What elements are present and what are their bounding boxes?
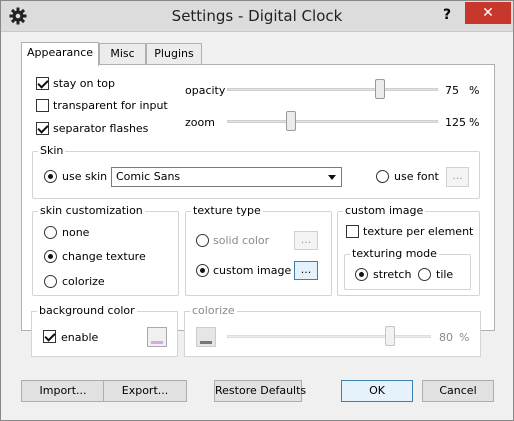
zoom-label: zoom — [185, 116, 215, 129]
color-bar-icon — [151, 341, 163, 344]
separator-flashes-label: separator flashes — [53, 122, 149, 135]
zoom-value: 125 — [445, 116, 466, 129]
customization-none-radio[interactable] — [44, 226, 57, 239]
tile-radio[interactable] — [418, 268, 431, 281]
settings-window: Settings - Digital Clock ? ✕ Appearance … — [0, 0, 514, 421]
opacity-unit: % — [469, 84, 480, 97]
customization-colorize-label: colorize — [62, 275, 105, 288]
background-color-title: background color — [37, 304, 137, 317]
background-color-swatch[interactable] — [147, 327, 167, 347]
tab-appearance[interactable]: Appearance — [21, 42, 99, 66]
cancel-button[interactable]: Cancel — [422, 380, 494, 402]
texture-per-element-checkbox[interactable] — [346, 225, 359, 238]
stretch-radio[interactable] — [355, 268, 368, 281]
customization-none-label: none — [62, 226, 90, 239]
tab-misc[interactable]: Misc — [99, 43, 146, 65]
skin-select-value: Comic Sans — [116, 170, 181, 183]
skin-group-title: Skin — [38, 144, 66, 157]
use-font-radio[interactable] — [376, 170, 389, 183]
solid-color-button[interactable]: ... — [294, 231, 318, 250]
customization-change-texture-label: change texture — [62, 250, 146, 263]
colorize-unit: % — [459, 331, 470, 344]
use-skin-label: use skin — [62, 170, 108, 183]
chevron-down-icon — [328, 175, 336, 180]
tab-plugins[interactable]: Plugins — [146, 43, 202, 65]
texture-per-element-label: texture per element — [363, 225, 474, 238]
zoom-slider-track[interactable] — [227, 120, 438, 123]
opacity-value: 75 — [445, 84, 459, 97]
export-button[interactable]: Export... — [103, 380, 187, 402]
zoom-unit: % — [469, 116, 480, 129]
font-select-button[interactable]: ... — [446, 167, 469, 187]
background-enable-label: enable — [61, 331, 99, 344]
stretch-label: stretch — [373, 268, 412, 281]
stay-on-top-label: stay on top — [53, 77, 116, 90]
use-skin-radio[interactable] — [44, 170, 57, 183]
skin-select[interactable]: Comic Sans — [111, 167, 342, 187]
restore-defaults-button[interactable]: Restore Defaults — [214, 380, 306, 402]
color-bar-icon — [200, 341, 212, 344]
custom-image-radio[interactable] — [196, 264, 209, 277]
solid-color-label: solid color — [213, 234, 270, 247]
background-enable-checkbox[interactable] — [43, 330, 56, 343]
colorize-group: colorize — [184, 304, 481, 357]
transparent-input-checkbox[interactable] — [36, 99, 49, 112]
customization-change-texture-radio[interactable] — [44, 250, 57, 263]
skin-customization-title: skin customization — [38, 204, 145, 217]
ok-button[interactable]: OK — [341, 380, 413, 402]
customization-colorize-radio[interactable] — [44, 275, 57, 288]
custom-image-title: custom image — [343, 204, 426, 217]
transparent-input-label: transparent for input — [53, 99, 168, 112]
zoom-slider-thumb[interactable] — [286, 111, 296, 131]
solid-color-radio[interactable] — [196, 234, 209, 247]
texture-type-group: texture type — [185, 204, 332, 296]
close-button[interactable]: ✕ — [465, 2, 511, 24]
use-font-label: use font — [394, 170, 439, 183]
help-button[interactable]: ? — [437, 5, 457, 25]
import-button[interactable]: Import... — [21, 380, 105, 402]
opacity-label: opacity — [185, 84, 226, 97]
custom-image-button[interactable]: ... — [294, 261, 318, 280]
colorize-value: 80 — [439, 331, 453, 344]
texturing-mode-title: texturing mode — [350, 247, 439, 260]
stay-on-top-checkbox[interactable] — [36, 77, 49, 90]
appearance-pane: stay on top transparent for input separa… — [21, 64, 495, 331]
colorize-color-swatch[interactable] — [196, 327, 216, 347]
opacity-slider-thumb[interactable] — [375, 79, 385, 99]
colorize-title: colorize — [190, 304, 237, 317]
colorize-slider-track[interactable] — [227, 335, 431, 338]
title-bar[interactable]: Settings - Digital Clock ? ✕ — [1, 1, 513, 32]
opacity-slider-track[interactable] — [227, 88, 438, 91]
colorize-slider-thumb[interactable] — [385, 326, 395, 346]
tile-label: tile — [436, 268, 454, 281]
custom-image-label: custom image — [213, 264, 292, 277]
texture-type-title: texture type — [191, 204, 263, 217]
separator-flashes-checkbox[interactable] — [36, 122, 49, 135]
